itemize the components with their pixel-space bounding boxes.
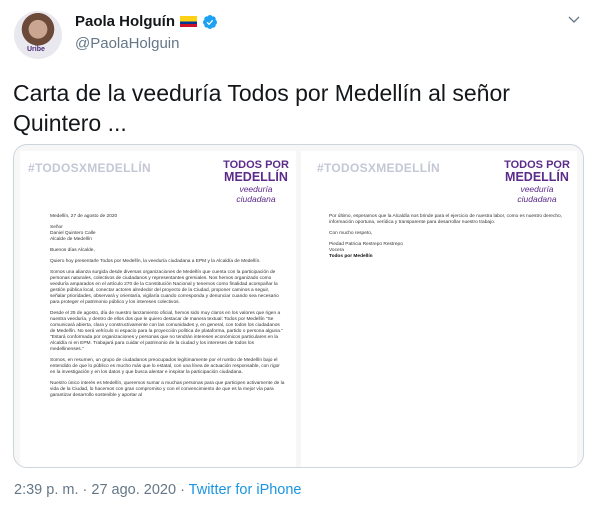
letter-paragraph: Quiero hoy presentarle Todos por Medellí… [50,259,261,264]
letter-hashtag: #TODOSXMEDELLÍN [317,161,440,175]
letter-paragraph: Por último, esperamos que la Alcaldía no… [329,214,563,225]
veeduria-logo: TODOS POR MEDELLÍN veeduría ciudadana [223,159,289,204]
tweet-source-link[interactable]: Twitter for iPhone [189,482,302,498]
letter-paragraph: Nuestro único interés es Medellín, quere… [50,381,285,398]
letter-paragraph: Somos, en resumen, un grupo de ciudadano… [50,358,280,375]
display-name[interactable]: Paola Holguín [75,13,175,30]
chevron-down-icon[interactable] [566,12,582,28]
letter-paragraph: Desde el 25 de agosto, día de nuestro la… [50,311,283,352]
letter-date: Medellín, 27 de agosto de 2020 [50,214,118,219]
colombia-flag-icon [180,16,198,27]
verified-badge-icon [203,14,218,29]
tweet-image[interactable]: #TODOSXMEDELLÍN TODOS POR MEDELLÍN veedu… [13,144,584,468]
tweet-time[interactable]: 2:39 p. m. [14,482,78,498]
letter-page-1: #TODOSXMEDELLÍN TODOS POR MEDELLÍN veedu… [20,151,296,467]
avatar-caption: Uribe [27,46,45,53]
letter-body: Por último, esperamos que la Alcaldía no… [329,214,565,265]
author-handle[interactable]: @PaolaHolguin [75,35,179,52]
letter-hashtag: #TODOSXMEDELLÍN [28,161,151,175]
letter-body: Medellín, 27 de agosto de 2020 Señor Dan… [50,214,286,404]
letter-greeting: Buenos días Alcalde, [50,248,95,253]
author-name-row: Paola Holguín [75,13,218,30]
letter-addressee: Señor Daniel Quintero Calle Alcalde de M… [50,225,96,242]
avatar[interactable]: Uribe [14,11,62,59]
tweet-timestamp: 2:39 p. m. · 27 ago. 2020 · Twitter for … [14,482,302,498]
tweet-text: Carta de la veeduría Todos por Medellín … [13,80,510,136]
veeduria-logo: TODOS POR MEDELLÍN veeduría ciudadana [504,159,570,204]
letter-paragraph: Somos una alianza surgida desde diversas… [50,270,279,305]
letter-page-2: #TODOSXMEDELLÍN TODOS POR MEDELLÍN veedu… [301,151,577,467]
letter-signature: Piedad Patricia Restrepo Restrepo Vocera… [329,242,403,259]
letter-regards: Con mucho respeto, [329,231,373,236]
tweet-date[interactable]: 27 ago. 2020 [91,482,176,498]
